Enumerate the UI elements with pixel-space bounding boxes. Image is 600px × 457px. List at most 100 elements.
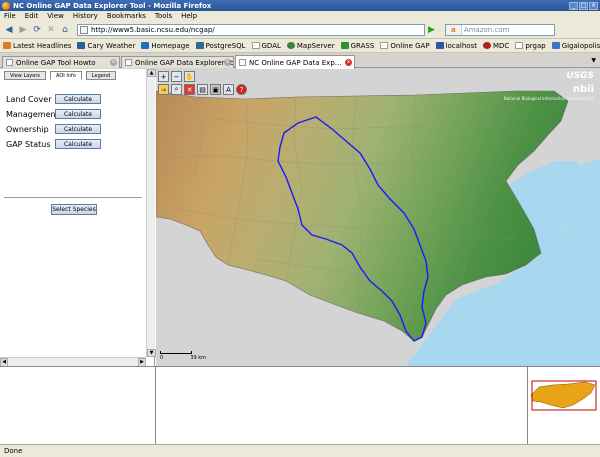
- menu-history[interactable]: History: [73, 12, 98, 20]
- scale-bar: 0 39 km: [160, 351, 206, 361]
- url-text: http://www5.basic.ncsu.edu/ncgap/: [91, 25, 215, 34]
- pan-hand-icon[interactable]: ✋: [184, 71, 195, 82]
- stop-icon[interactable]: ✕: [45, 24, 57, 36]
- menu-tools[interactable]: Tools: [155, 12, 172, 20]
- print-icon[interactable]: ▤: [197, 84, 208, 95]
- map-viewer[interactable]: + − ✋ ➜ ⌕ ✕ ▤ ▣ A ? USGS nbii National B…: [156, 69, 600, 366]
- row-land-cover: Land Cover Calculate: [6, 94, 101, 104]
- site-icon: [141, 42, 150, 49]
- zoom-in-icon[interactable]: +: [158, 71, 169, 82]
- home-icon[interactable]: ⌂: [59, 24, 71, 36]
- menu-edit[interactable]: Edit: [25, 12, 39, 20]
- bookmark-localhost[interactable]: localhost: [435, 42, 477, 50]
- maximize-icon[interactable]: □: [579, 1, 588, 10]
- go-icon[interactable]: ▶: [428, 25, 435, 35]
- bottom-panels: [0, 366, 600, 445]
- tab-legend[interactable]: Legend: [85, 71, 117, 80]
- search-engine-icon[interactable]: a: [445, 24, 462, 35]
- ownership-label: Ownership: [6, 124, 49, 134]
- rss-icon: [3, 42, 11, 49]
- identify-arrow-icon[interactable]: ➜: [158, 84, 169, 95]
- row-gap-status: GAP Status Calculate: [6, 139, 101, 149]
- bookmark-cary-weather[interactable]: Cary Weather: [77, 42, 135, 50]
- scroll-up-icon[interactable]: ▲: [147, 69, 156, 77]
- scale-end: 39 km: [190, 355, 206, 361]
- tab-strip: Online GAP Tool Howto x Online GAP Data …: [0, 54, 600, 69]
- help-icon[interactable]: ?: [236, 84, 247, 95]
- globe-icon: [286, 42, 295, 49]
- close-tab-icon[interactable]: x: [224, 59, 231, 66]
- page-icon: [515, 42, 524, 49]
- menu-file[interactable]: File: [4, 12, 16, 20]
- search-placeholder: Amazon.com: [463, 25, 510, 34]
- elephant-icon: [195, 42, 204, 49]
- horizontal-scrollbar[interactable]: ◀ ▶: [0, 357, 146, 367]
- bookmark-gigalopolis[interactable]: Gigalopolis: [551, 42, 600, 50]
- tab-aoi-info[interactable]: AOI Info: [50, 71, 82, 80]
- menu-bookmarks[interactable]: Bookmarks: [107, 12, 146, 20]
- calculate-management-button[interactable]: Calculate: [55, 109, 101, 119]
- save-icon[interactable]: ▣: [210, 84, 221, 95]
- usgs-logo: USGS: [566, 71, 594, 81]
- minimize-icon[interactable]: _: [569, 1, 578, 10]
- site-icon: [551, 42, 560, 49]
- window-titlebar: NC Online GAP Data Explorer Tool - Mozil…: [0, 0, 600, 11]
- pdf-export-icon[interactable]: A: [223, 84, 234, 95]
- tab-gap-howto[interactable]: Online GAP Tool Howto x: [2, 56, 120, 68]
- panel-divider: [155, 367, 156, 445]
- search-input[interactable]: a Amazon.com: [444, 23, 555, 36]
- mdc-icon: [482, 42, 491, 49]
- back-icon[interactable]: ◀: [3, 24, 15, 36]
- bookmarks-toolbar: Latest Headlines Cary Weather Homepage P…: [0, 39, 600, 53]
- close-tab-icon[interactable]: x: [345, 59, 352, 66]
- bookmark-latest-headlines[interactable]: Latest Headlines: [3, 42, 71, 50]
- land-cover-label: Land Cover: [6, 94, 52, 104]
- page-icon: [251, 42, 260, 49]
- list-all-tabs-icon[interactable]: ▼: [591, 57, 596, 64]
- bookmark-prgap[interactable]: prgap: [515, 42, 546, 50]
- vertical-scrollbar[interactable]: ▲ ▼: [146, 69, 156, 357]
- site-icon: [435, 42, 444, 49]
- navigation-toolbar: ◀ ▶ ⟳ ✕ ⌂ http://www5.basic.ncsu.edu/ncg…: [0, 21, 600, 39]
- divider: [4, 197, 142, 198]
- row-management: Management Calculate: [6, 109, 101, 119]
- bookmark-mapserver[interactable]: MapServer: [286, 42, 335, 50]
- scroll-down-icon[interactable]: ▼: [147, 349, 156, 357]
- bookmark-gdal[interactable]: GDAL: [251, 42, 281, 50]
- tab-data-explorer-tool[interactable]: Online GAP Data Explorer To... x: [121, 56, 234, 68]
- nbii-tagline: National Biological Information Infrastr…: [503, 96, 594, 101]
- menu-help[interactable]: Help: [181, 12, 197, 20]
- page-content: View Layers AOI Info Legend Land Cover C…: [0, 69, 600, 445]
- page-icon: [239, 59, 246, 66]
- bookmark-postgresql[interactable]: PostgreSQL: [195, 42, 246, 50]
- menu-bar: File Edit View History Bookmarks Tools H…: [0, 11, 600, 21]
- scale-bar-line: [160, 351, 192, 354]
- calculate-ownership-button[interactable]: Calculate: [55, 124, 101, 134]
- select-species-button[interactable]: Select Species: [51, 204, 97, 215]
- north-carolina-map[interactable]: [156, 69, 600, 366]
- grass-icon: [340, 42, 349, 49]
- bookmark-online-gap[interactable]: Online GAP: [380, 42, 430, 50]
- bookmark-mdc[interactable]: MDC: [482, 42, 509, 50]
- status-text: Done: [4, 447, 23, 455]
- zoom-out-icon[interactable]: −: [171, 71, 182, 82]
- panel-tabs: View Layers AOI Info Legend: [4, 71, 117, 80]
- status-bar: Done: [0, 444, 600, 457]
- clear-selection-icon[interactable]: ✕: [184, 84, 195, 95]
- close-tab-icon[interactable]: x: [110, 59, 117, 66]
- calculate-gap-status-button[interactable]: Calculate: [55, 139, 101, 149]
- calculate-land-cover-button[interactable]: Calculate: [55, 94, 101, 104]
- bookmark-homepage[interactable]: Homepage: [141, 42, 190, 50]
- menu-view[interactable]: View: [47, 12, 64, 20]
- page-icon: [80, 25, 88, 34]
- close-window-icon[interactable]: ×: [589, 1, 598, 10]
- bookmark-grass[interactable]: GRASS: [340, 42, 374, 50]
- url-bar[interactable]: http://www5.basic.ncsu.edu/ncgap/: [77, 23, 425, 36]
- forward-icon[interactable]: ▶: [17, 24, 29, 36]
- tab-nc-data-explorer[interactable]: NC Online GAP Data Exp... x: [235, 55, 355, 69]
- zoom-extent-icon[interactable]: ⌕: [171, 84, 182, 95]
- nbii-logo: nbii: [572, 84, 594, 95]
- reload-icon[interactable]: ⟳: [31, 24, 43, 36]
- overview-map[interactable]: [529, 375, 599, 413]
- tab-view-layers[interactable]: View Layers: [4, 71, 46, 80]
